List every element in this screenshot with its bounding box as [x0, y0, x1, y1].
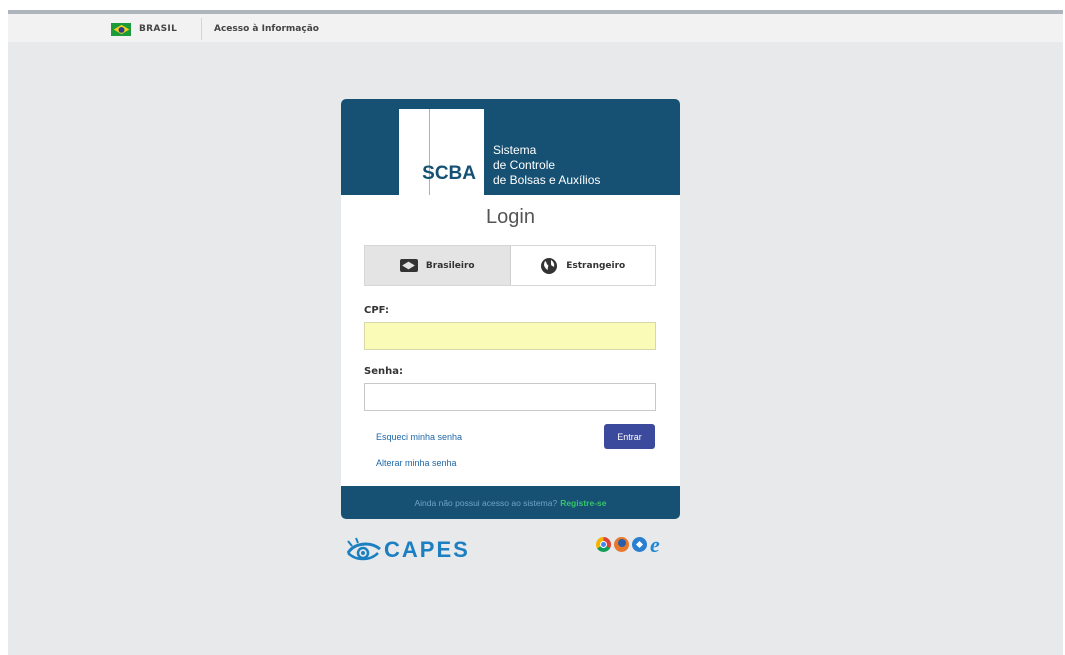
senha-label: Senha:	[364, 366, 403, 377]
supported-browsers: e	[596, 532, 660, 557]
system-name-line: Sistema	[493, 143, 537, 157]
system-name-line: de Controle	[493, 158, 556, 172]
cpf-label: CPF:	[364, 305, 389, 316]
firefox-icon	[614, 537, 629, 552]
divider	[201, 18, 202, 40]
tab-estrangeiro[interactable]: Estrangeiro	[511, 246, 656, 285]
card-header: SCBA Sistema de Controle de Bolsas e Aux…	[341, 99, 680, 195]
system-name: Sistema de Controle de Bolsas e Auxílios	[493, 143, 600, 188]
government-bar: BRASIL Acesso à Informação	[8, 10, 1063, 42]
brazil-id-icon	[399, 259, 418, 272]
tab-label: Estrangeiro	[566, 260, 626, 271]
brazil-flag-icon[interactable]	[111, 23, 131, 36]
capes-wordmark: CAPES	[384, 537, 470, 562]
page-viewport: BRASIL Acesso à Informação SCBA Sistema …	[8, 10, 1063, 655]
register-link[interactable]: Registre-se	[560, 498, 606, 508]
login-title: Login	[486, 206, 535, 228]
globe-icon	[541, 257, 558, 274]
capes-logo: CAPES	[346, 537, 470, 563]
change-password-link[interactable]: Alterar minha senha	[376, 458, 457, 468]
tab-brasileiro[interactable]: Brasileiro	[365, 246, 511, 285]
brasil-link[interactable]: BRASIL	[139, 24, 177, 34]
nationality-tabs: Brasileiro Estrangeiro	[364, 245, 656, 286]
ie-icon: e	[650, 532, 660, 557]
login-card: SCBA Sistema de Controle de Bolsas e Aux…	[341, 99, 680, 519]
no-access-text: Ainda não possui acesso ao sistema?	[414, 497, 558, 508]
safari-icon	[632, 537, 647, 552]
access-information-link[interactable]: Acesso à Informação	[214, 24, 319, 34]
chrome-icon	[596, 537, 611, 552]
cpf-input[interactable]	[364, 322, 656, 350]
forgot-password-link[interactable]: Esqueci minha senha	[376, 432, 462, 442]
system-name-line: de Bolsas e Auxílios	[493, 173, 601, 187]
card-footer: Ainda não possui acesso ao sistema? Regi…	[341, 486, 680, 519]
password-input[interactable]	[364, 383, 656, 411]
logo-abbreviation: SCBA	[422, 163, 476, 184]
tab-label: Brasileiro	[425, 260, 475, 271]
capes-eye-icon	[346, 537, 381, 561]
enter-button[interactable]: Entrar	[604, 424, 655, 449]
scba-logo: SCBA	[399, 109, 484, 195]
